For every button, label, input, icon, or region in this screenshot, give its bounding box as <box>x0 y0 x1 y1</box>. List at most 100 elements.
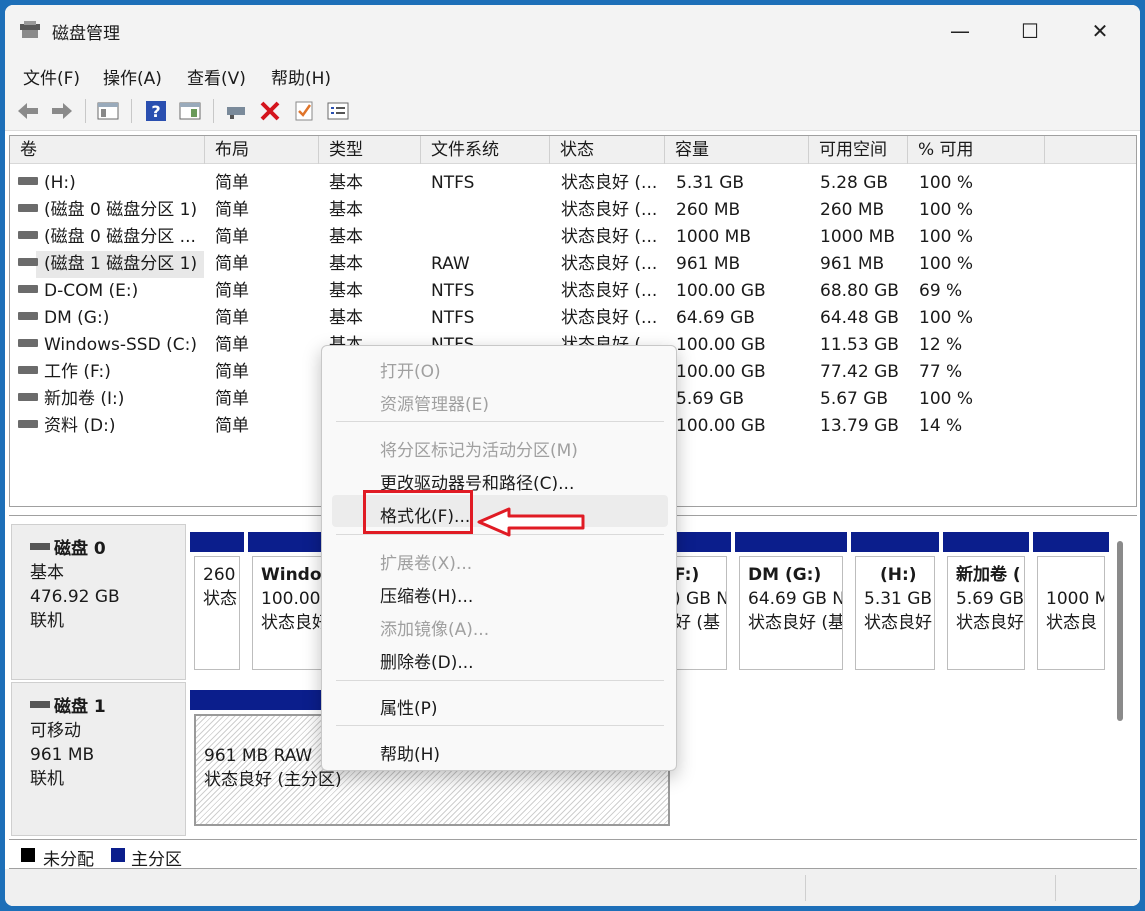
menu-item-explorer[interactable]: 资源管理器(E) <box>380 390 489 415</box>
partition-disk0-260mb[interactable]: 260 状态 <box>190 532 244 674</box>
volume-name-cell: 工作 (F:) <box>18 359 208 386</box>
check-icon[interactable] <box>291 98 317 124</box>
disk-1-label[interactable]: 磁盘 1 可移动 961 MB 联机 <box>11 682 186 836</box>
volume-cell: 基本 <box>329 173 363 193</box>
volume-row[interactable]: (磁盘 1 磁盘分区 1) 简单 基本 RAW 状态良好 (... 961 MB 961 M… <box>10 251 1136 278</box>
volume-row[interactable]: D-COM (E:) 简单 基本 NTFS 状态良好 (... 100.00 GB 68.8… <box>10 278 1136 305</box>
volume-cell: 100 % <box>919 254 974 274</box>
volume-cell: 基本 <box>329 308 363 328</box>
volume-cell: 简单 <box>215 362 249 382</box>
volume-cell: 简单 <box>215 281 249 301</box>
delete-icon[interactable] <box>257 98 283 124</box>
properties-icon[interactable] <box>177 98 203 124</box>
volume-cell: 11.53 GB <box>820 335 899 355</box>
volume-name-cell: (磁盘 0 磁盘分区 ... <box>18 224 208 251</box>
volume-row[interactable]: (磁盘 0 磁盘分区 1) 简单 基本 状态良好 (... 260 MB 260 MB 10… <box>10 197 1136 224</box>
disk-map-scrollbar[interactable] <box>1117 541 1123 721</box>
volume-cell: 简单 <box>215 254 249 274</box>
maximize-button[interactable]: ☐ <box>995 5 1065 57</box>
menu-view[interactable]: 查看(V) <box>187 64 246 89</box>
volume-cell: 1000 MB <box>676 227 751 247</box>
volume-row[interactable]: (磁盘 0 磁盘分区 ... 简单 基本 状态良好 (... 1000 MB 1000 M… <box>10 224 1136 251</box>
volume-cell: NTFS <box>431 308 475 328</box>
menu-bar: 文件(F) 操作(A) 查看(V) 帮助(H) <box>5 57 1140 91</box>
menu-item-help[interactable]: 帮助(H) <box>380 740 440 765</box>
partition-status: 好 (基 <box>674 613 721 633</box>
disk-size: 961 MB <box>30 745 95 765</box>
menu-item-shrink-volume[interactable]: 压缩卷(H)... <box>380 582 473 607</box>
column-header-layout[interactable]: 布局 <box>205 136 319 164</box>
partition-status: 状态良好 <box>261 613 324 633</box>
list-icon[interactable] <box>325 98 351 124</box>
menu-item-mark-active[interactable]: 将分区标记为活动分区(M) <box>380 436 578 461</box>
disk-type: 可移动 <box>30 721 81 741</box>
help-icon[interactable]: ? <box>143 98 169 124</box>
volume-row[interactable]: (H:) 简单 基本 NTFS 状态良好 (... 5.31 GB 5.28 GB 100 % <box>10 170 1136 197</box>
volume-name: (H:) <box>44 173 76 193</box>
volume-cell: 100 % <box>919 200 974 220</box>
volume-name-cell: (磁盘 1 磁盘分区 1) <box>18 251 208 278</box>
partition-name: Windo <box>261 565 322 585</box>
forward-arrow-icon[interactable] <box>49 98 75 124</box>
drive-icon <box>18 177 38 185</box>
volume-cell: 100.00 GB <box>676 281 766 301</box>
menu-item-open[interactable]: 打开(O) <box>380 357 441 382</box>
close-window-button[interactable]: ✕ <box>1065 5 1135 57</box>
drive-icon <box>18 420 38 428</box>
disk-icon <box>30 700 50 708</box>
column-header-filesystem[interactable]: 文件系统 <box>421 136 550 164</box>
column-header-status[interactable]: 状态 <box>550 136 665 164</box>
volume-cell: 状态良好 (... <box>561 173 658 193</box>
partition-size: ) GB N <box>674 589 727 609</box>
volume-name-cell: (H:) <box>18 170 208 197</box>
volume-cell: 基本 <box>329 227 363 247</box>
menu-action[interactable]: 操作(A) <box>103 64 162 89</box>
partition-size: 5.69 GB <box>956 589 1025 609</box>
volume-cell: NTFS <box>431 281 475 301</box>
disk-name: 磁盘 0 <box>54 539 106 559</box>
menu-item-extend-volume[interactable]: 扩展卷(X)... <box>380 549 472 574</box>
connect-icon[interactable] <box>223 98 249 124</box>
disk-icon <box>30 542 50 550</box>
console-tree-icon[interactable] <box>95 98 121 124</box>
drive-icon <box>18 285 38 293</box>
volume-name: 工作 (F:) <box>44 362 111 382</box>
volume-cell: 100 % <box>919 308 974 328</box>
volume-row[interactable]: DM (G:) 简单 基本 NTFS 状态良好 (... 64.69 GB 64.48 GB… <box>10 305 1136 332</box>
menu-file[interactable]: 文件(F) <box>23 64 80 89</box>
partition-disk0-h[interactable]: (H:) 5.31 GB 状态良好 <box>851 532 939 674</box>
column-header-free-space[interactable]: 可用空间 <box>809 136 908 164</box>
menu-help[interactable]: 帮助(H) <box>271 64 331 89</box>
disk-size: 476.92 GB <box>30 587 120 607</box>
column-header-type[interactable]: 类型 <box>319 136 421 164</box>
volume-list-header: 卷 布局 类型 文件系统 状态 容量 可用空间 % 可用 <box>10 136 1136 164</box>
menu-item-delete-volume[interactable]: 删除卷(D)... <box>380 648 474 673</box>
volume-cell <box>431 224 555 251</box>
column-header-capacity[interactable]: 容量 <box>665 136 809 164</box>
context-menu: 打开(O) 资源管理器(E) 将分区标记为活动分区(M) 更改驱动器号和路径(C… <box>321 345 677 771</box>
volume-cell: 68.80 GB <box>820 281 899 301</box>
menu-item-add-mirror[interactable]: 添加镜像(A)... <box>380 615 489 640</box>
partition-disk0-dm-g[interactable]: DM (G:) 64.69 GB N 状态良好 (基 <box>735 532 847 674</box>
minimize-button[interactable]: — <box>925 5 995 57</box>
volume-cell: 64.48 GB <box>820 308 899 328</box>
volume-cell: 基本 <box>329 200 363 220</box>
title-bar: 磁盘管理 — ☐ ✕ <box>5 5 1140 57</box>
volume-cell: 状态良好 (... <box>561 254 658 274</box>
partition-name: DM (G:) <box>748 565 822 585</box>
partition-disk0-1000mb[interactable]: 1000 M 状态良 <box>1033 532 1109 674</box>
partition-disk0-windows[interactable]: Windo 100.00 状态良好 <box>248 532 328 674</box>
back-arrow-icon[interactable] <box>15 98 41 124</box>
menu-separator <box>336 421 664 422</box>
annotation-highlight-box <box>363 490 473 534</box>
volume-cell: 5.31 GB <box>676 173 745 193</box>
partition-name: F:) <box>674 565 700 585</box>
partition-disk0-i[interactable]: 新加卷 (5.69 GB 状态良好 <box>943 532 1029 674</box>
menu-item-properties[interactable]: 属性(P) <box>380 694 438 719</box>
window-title: 磁盘管理 <box>52 24 120 44</box>
column-header-volume[interactable]: 卷 <box>10 136 205 164</box>
column-header-percent-free[interactable]: % 可用 <box>908 136 1045 164</box>
legend-primary-swatch <box>111 848 125 862</box>
volume-name-cell: (磁盘 0 磁盘分区 1) <box>18 197 208 224</box>
disk-0-label[interactable]: 磁盘 0 基本 476.92 GB 联机 <box>11 524 186 680</box>
